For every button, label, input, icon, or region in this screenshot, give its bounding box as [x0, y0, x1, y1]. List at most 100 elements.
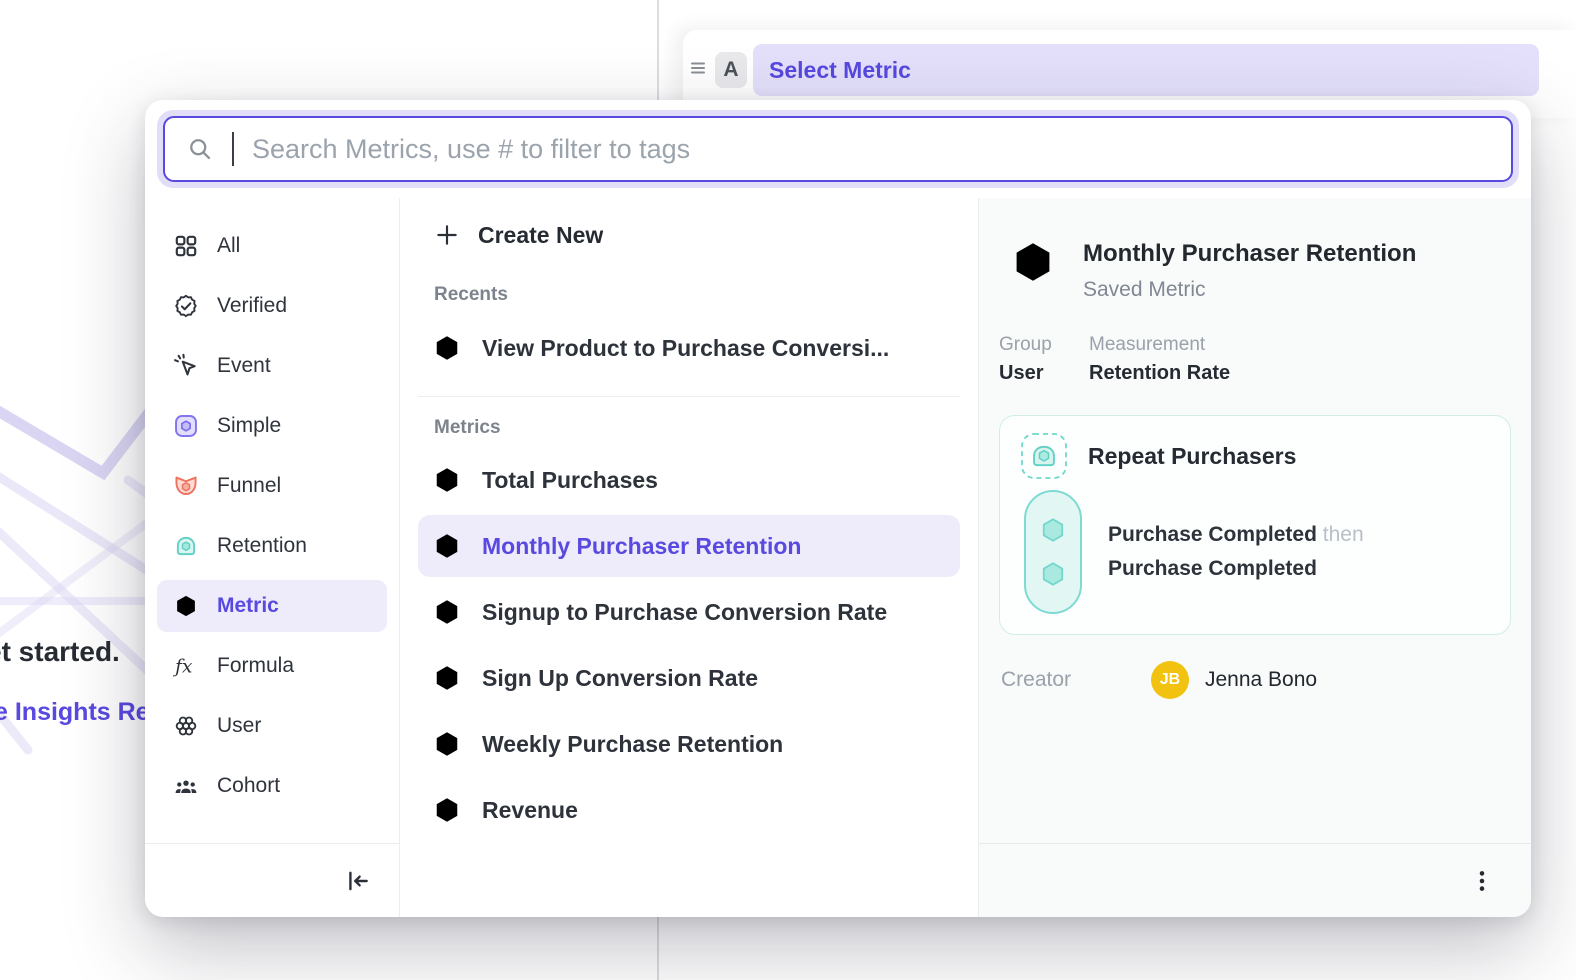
- verified-badge-icon: [173, 293, 199, 319]
- metric-hexagon-icon: [432, 795, 462, 825]
- metric-item-monthly-purchaser-retention[interactable]: Monthly Purchaser Retention: [418, 515, 960, 577]
- metric-hexagon-icon: [432, 465, 462, 495]
- creator-avatar: JB: [1151, 661, 1189, 699]
- step-1: Purchase Completed then: [1108, 523, 1364, 547]
- repeat-purchasers-title: Repeat Purchasers: [1088, 443, 1296, 470]
- detail-meta: Group User Measurement Retention Rate: [999, 334, 1511, 385]
- sidebar-item-label: User: [217, 714, 261, 738]
- creator-label: Creator: [1001, 668, 1151, 692]
- insights-report-link[interactable]: e Insights Re: [0, 698, 150, 727]
- sidebar-item-metric[interactable]: Metric: [157, 580, 387, 632]
- step-2: Purchase Completed: [1108, 557, 1364, 581]
- sidebar-item-formula[interactable]: ƒx Formula: [157, 640, 387, 692]
- funnel-steps-capsule: [1024, 490, 1082, 614]
- plus-icon: [434, 222, 460, 248]
- get-started-text: et started.: [0, 636, 120, 668]
- search-input[interactable]: [252, 134, 1489, 165]
- simple-metric-icon: [173, 413, 199, 439]
- svg-text:ƒx: ƒx: [173, 657, 193, 678]
- formula-fx-icon: ƒx: [173, 653, 199, 679]
- sidebar-item-all[interactable]: All: [157, 220, 387, 272]
- sidebar-item-event[interactable]: Event: [157, 340, 387, 392]
- sidebar-item-label: Retention: [217, 534, 307, 558]
- recent-item-label: View Product to Purchase Conversi...: [482, 335, 889, 362]
- sidebar-item-label: Metric: [217, 594, 279, 618]
- saved-metric-hexagon-icon: [1009, 238, 1057, 286]
- sidebar-item-label: Simple: [217, 414, 281, 438]
- select-metric-pill[interactable]: Select Metric: [753, 44, 1539, 96]
- creator-name: Jenna Bono: [1205, 668, 1317, 692]
- metric-item-label: Revenue: [482, 797, 578, 824]
- more-options-button[interactable]: [1463, 862, 1501, 900]
- select-metric-label: Select Metric: [769, 57, 911, 84]
- screen: et started. e Insights Re A Select Metri…: [0, 0, 1576, 980]
- collapse-sidebar-button[interactable]: [345, 868, 371, 894]
- metric-picker-modal: All Verified Event Simple Funnel: [145, 100, 1531, 917]
- metric-item-weekly-purchase-retention[interactable]: Weekly Purchase Retention: [418, 713, 960, 775]
- search-focus-ring: [157, 110, 1519, 188]
- detail-title: Monthly Purchaser Retention: [1083, 238, 1416, 270]
- sidebar-item-label: All: [217, 234, 240, 258]
- metric-item-label: Monthly Purchaser Retention: [482, 533, 801, 560]
- filter-sidebar: All Verified Event Simple Funnel: [145, 198, 400, 917]
- search-section: [145, 100, 1531, 188]
- sidebar-item-label: Formula: [217, 654, 294, 678]
- grid-icon: [173, 233, 199, 259]
- metric-item-revenue[interactable]: Revenue: [418, 779, 960, 841]
- cursor-sparkle-icon: [173, 353, 199, 379]
- sidebar-item-label: Cohort: [217, 774, 280, 798]
- create-new-button[interactable]: Create New: [418, 212, 960, 258]
- measurement-value: Retention Rate: [1089, 362, 1230, 385]
- drag-handle-icon[interactable]: [689, 59, 707, 77]
- measurement-label: Measurement: [1089, 334, 1230, 356]
- metric-hexagon-icon: [432, 531, 462, 561]
- create-new-label: Create New: [478, 222, 603, 249]
- retention-icon: [173, 533, 199, 559]
- text-cursor: [232, 132, 234, 166]
- step-hexagon-icon: [1038, 559, 1068, 589]
- repeat-purchasers-icon: [1020, 432, 1068, 480]
- metric-item-label: Total Purchases: [482, 467, 658, 494]
- metric-hexagon-icon: [432, 729, 462, 759]
- funnel-icon: [173, 473, 199, 499]
- sidebar-item-cohort[interactable]: Cohort: [157, 760, 387, 812]
- metric-list-panel: Create New Recents View Product to Purch…: [400, 198, 978, 917]
- metric-item-label: Weekly Purchase Retention: [482, 731, 783, 758]
- sidebar-item-verified[interactable]: Verified: [157, 280, 387, 332]
- cohort-people-icon: [173, 773, 199, 799]
- recent-item[interactable]: View Product to Purchase Conversi...: [418, 318, 960, 378]
- funnel-metric-icon: [432, 333, 462, 363]
- recents-heading: Recents: [434, 284, 960, 306]
- metric-hexagon-icon: [173, 593, 199, 619]
- metric-hexagon-icon: [432, 597, 462, 627]
- search-field[interactable]: [163, 116, 1513, 182]
- sidebar-item-simple[interactable]: Simple: [157, 400, 387, 452]
- metric-detail-panel: Monthly Purchaser Retention Saved Metric…: [978, 198, 1531, 917]
- metric-item-total-purchases[interactable]: Total Purchases: [418, 449, 960, 511]
- creator-row: Creator JB Jenna Bono: [999, 661, 1511, 699]
- group-label: Group: [999, 334, 1063, 356]
- group-value: User: [999, 362, 1063, 385]
- collapse-icon: [345, 868, 371, 894]
- sidebar-item-label: Event: [217, 354, 271, 378]
- kebab-menu-icon: [1469, 868, 1495, 894]
- sidebar-footer: [145, 843, 399, 917]
- sidebar-item-retention[interactable]: Retention: [157, 520, 387, 572]
- step-hexagon-icon: [1038, 515, 1068, 545]
- list-divider: [418, 396, 960, 397]
- sidebar-item-label: Verified: [217, 294, 287, 318]
- metric-item-signup-to-purchase-conversion-rate[interactable]: Signup to Purchase Conversion Rate: [418, 581, 960, 643]
- block-a-badge: A: [715, 52, 747, 88]
- search-icon: [187, 136, 214, 163]
- step-then-label: then: [1323, 523, 1364, 546]
- repeat-purchasers-card: Repeat Purchasers Purchase Completed the…: [999, 415, 1511, 635]
- metrics-heading: Metrics: [434, 417, 960, 439]
- metric-item-sign-up-conversion-rate[interactable]: Sign Up Conversion Rate: [418, 647, 960, 709]
- sidebar-item-user[interactable]: User: [157, 700, 387, 752]
- metric-hexagon-icon: [432, 663, 462, 693]
- sidebar-item-label: Funnel: [217, 474, 281, 498]
- detail-header: Monthly Purchaser Retention Saved Metric: [999, 238, 1511, 302]
- metric-item-label: Signup to Purchase Conversion Rate: [482, 599, 887, 626]
- metric-item-label: Sign Up Conversion Rate: [482, 665, 758, 692]
- sidebar-item-funnel[interactable]: Funnel: [157, 460, 387, 512]
